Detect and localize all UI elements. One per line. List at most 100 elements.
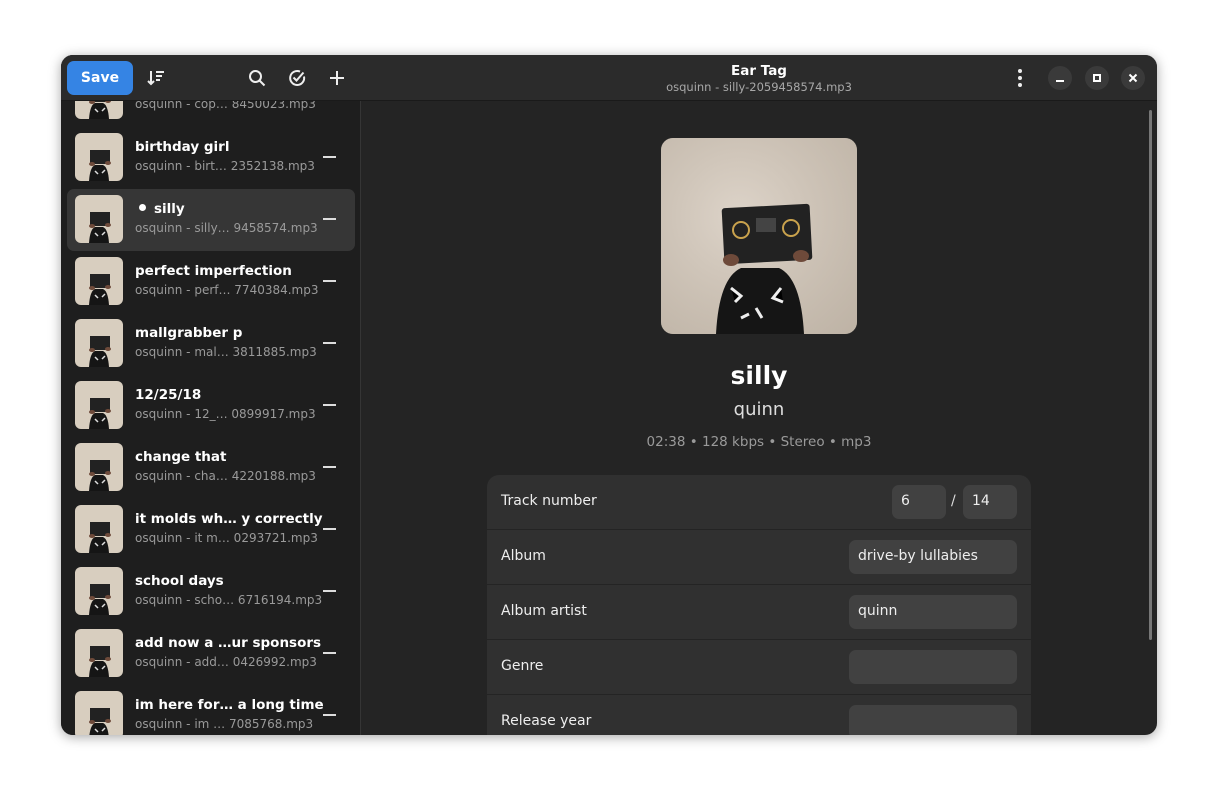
main-header: Ear Tag osquinn - silly-2059458574.mp3 xyxy=(361,55,1157,101)
file-title-text: school days xyxy=(135,573,224,589)
modified-indicator-icon xyxy=(139,204,146,211)
cover-thumbnail xyxy=(75,195,123,243)
album-artist-input[interactable]: quinn xyxy=(849,595,1017,629)
cover-thumbnail xyxy=(75,629,123,677)
file-name: osquinn - perf… 7740384.mp3 xyxy=(135,283,319,297)
release-year-label: Release year xyxy=(501,713,592,729)
file-list: osquinn - cop… 8450023.mp3 birthday girl o… xyxy=(61,101,361,735)
file-list-item[interactable]: mallgrabber p osquinn - mal… 3811885.mp3 xyxy=(67,313,355,375)
file-name: osquinn - im … 7085768.mp3 xyxy=(135,717,314,731)
cover-thumbnail xyxy=(75,101,123,119)
sidebar-header: Save xyxy=(61,55,361,101)
add-file-icon[interactable] xyxy=(323,64,351,92)
file-name: osquinn - birt… 2352138.mp3 xyxy=(135,159,315,173)
tag-fields-list: Track number 6 / 14 Album drive-by lulla… xyxy=(487,475,1031,735)
file-list-item[interactable]: school days osquinn - scho… 6716194.mp3 xyxy=(67,561,355,623)
window-subtitle: osquinn - silly-2059458574.mp3 xyxy=(666,80,852,94)
release-year-row: Release year xyxy=(487,695,1031,735)
file-list-item[interactable]: birthday girl osquinn - birt… 2352138.mp3 xyxy=(67,127,355,189)
album-cover[interactable] xyxy=(661,138,857,334)
file-sidebar: Save osquinn - cop… 8450023.mp3 birthday … xyxy=(61,55,361,735)
close-button[interactable] xyxy=(1121,66,1145,90)
select-mode-icon[interactable] xyxy=(283,64,311,92)
remove-file-icon[interactable] xyxy=(323,528,336,530)
remove-file-icon[interactable] xyxy=(323,280,336,282)
file-title: 12/25/18 xyxy=(135,387,201,403)
track-number-row: Track number 6 / 14 xyxy=(487,475,1031,530)
cover-thumbnail xyxy=(75,133,123,181)
file-title-text: 12/25/18 xyxy=(135,387,202,403)
file-name: osquinn - cha… 4220188.mp3 xyxy=(135,469,316,483)
file-name: osquinn - it m… 0293721.mp3 xyxy=(135,531,318,545)
save-button[interactable]: Save xyxy=(67,61,133,95)
track-title: silly xyxy=(730,361,788,390)
search-icon[interactable] xyxy=(243,64,271,92)
file-list-item[interactable]: change that osquinn - cha… 4220188.mp3 xyxy=(67,437,355,499)
album-label: Album xyxy=(501,548,546,564)
maximize-button[interactable] xyxy=(1085,66,1109,90)
cover-thumbnail xyxy=(75,691,123,735)
file-title: add now a …ur sponsors xyxy=(135,635,321,651)
genre-input[interactable] xyxy=(849,650,1017,684)
cover-thumbnail xyxy=(75,257,123,305)
file-title-text: change that xyxy=(135,449,227,465)
remove-file-icon[interactable] xyxy=(323,466,336,468)
track-meta: 02:38 • 128 kbps • Stereo • mp3 xyxy=(646,434,872,450)
file-list-item[interactable]: silly osquinn - silly… 9458574.mp3 xyxy=(67,189,355,251)
remove-file-icon[interactable] xyxy=(323,156,336,158)
track-artist: quinn xyxy=(733,399,785,420)
file-list-item[interactable]: perfect imperfection osquinn - perf… 7740… xyxy=(67,251,355,313)
sort-icon[interactable] xyxy=(142,64,170,92)
remove-file-icon[interactable] xyxy=(323,218,336,220)
file-title: im here for… a long time xyxy=(135,697,324,713)
file-title: birthday girl xyxy=(135,139,229,155)
file-name: osquinn - scho… 6716194.mp3 xyxy=(135,593,323,607)
cover-thumbnail xyxy=(75,567,123,615)
genre-label: Genre xyxy=(501,658,544,674)
album-artist-label: Album artist xyxy=(501,603,587,619)
file-title-text: it molds wh… y correctly xyxy=(135,511,323,527)
menu-icon[interactable] xyxy=(1006,64,1034,92)
track-number-label: Track number xyxy=(501,493,597,509)
file-name: osquinn - 12_… 0899917.mp3 xyxy=(135,407,316,421)
file-title: mallgrabber p xyxy=(135,325,242,341)
album-input[interactable]: drive-by lullabies xyxy=(849,540,1017,574)
file-title-text: mallgrabber p xyxy=(135,325,243,341)
album-artist-row: Album artist quinn xyxy=(487,585,1031,640)
file-list-item[interactable]: 12/25/18 osquinn - 12_… 0899917.mp3 xyxy=(67,375,355,437)
file-title-text: silly xyxy=(154,201,185,217)
remove-file-icon[interactable] xyxy=(323,590,336,592)
file-name: osquinn - add… 0426992.mp3 xyxy=(135,655,317,669)
file-title-text: add now a …ur sponsors xyxy=(135,635,322,651)
file-list-item[interactable]: add now a …ur sponsors osquinn - add… 042… xyxy=(67,623,355,685)
file-title-text: perfect imperfection xyxy=(135,263,292,279)
file-title: perfect imperfection xyxy=(135,263,292,279)
remove-file-icon[interactable] xyxy=(323,714,336,716)
file-list-item[interactable]: osquinn - cop… 8450023.mp3 xyxy=(67,101,355,127)
file-title-text: birthday girl xyxy=(135,139,230,155)
ear-tag-window: Save osquinn - cop… 8450023.mp3 birthday … xyxy=(61,55,1157,735)
cover-thumbnail xyxy=(75,319,123,367)
window-title: Ear Tag xyxy=(731,63,787,79)
file-list-item[interactable]: im here for… a long time osquinn - im … 7… xyxy=(67,685,355,735)
genre-row: Genre xyxy=(487,640,1031,695)
cover-thumbnail xyxy=(75,505,123,553)
remove-file-icon[interactable] xyxy=(323,342,336,344)
scrollbar[interactable] xyxy=(1149,110,1152,640)
file-name: osquinn - cop… 8450023.mp3 xyxy=(135,101,316,111)
file-name: osquinn - mal… 3811885.mp3 xyxy=(135,345,317,359)
release-year-input[interactable] xyxy=(849,705,1017,735)
cover-thumbnail xyxy=(75,443,123,491)
file-title: change that xyxy=(135,449,226,465)
track-total-input[interactable]: 14 xyxy=(963,485,1017,519)
minimize-button[interactable] xyxy=(1048,66,1072,90)
track-number-input[interactable]: 6 xyxy=(892,485,946,519)
remove-file-icon[interactable] xyxy=(323,404,336,406)
remove-file-icon[interactable] xyxy=(323,652,336,654)
file-name: osquinn - silly… 9458574.mp3 xyxy=(135,221,318,235)
track-separator: / xyxy=(951,493,956,509)
file-title-text: im here for… a long time xyxy=(135,697,324,713)
album-row: Album drive-by lullabies xyxy=(487,530,1031,585)
file-title: it molds wh… y correctly xyxy=(135,511,323,527)
file-list-item[interactable]: it molds wh… y correctly osquinn - it m… … xyxy=(67,499,355,561)
